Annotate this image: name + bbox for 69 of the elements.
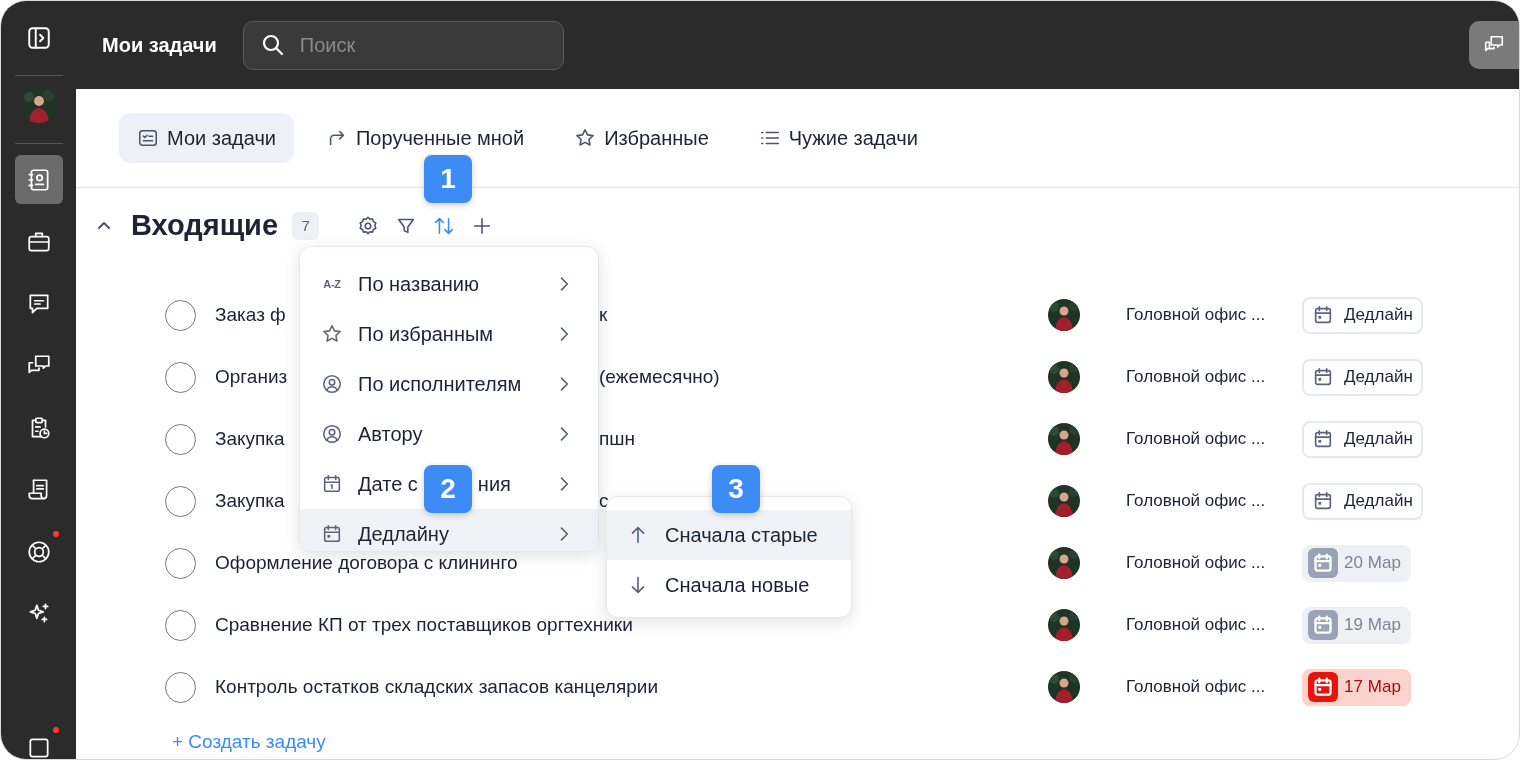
menu-item[interactable]: Автору <box>300 409 598 459</box>
deadline-chip[interactable]: Дедлайн <box>1302 420 1423 458</box>
task-checkbox[interactable] <box>165 671 196 703</box>
search-icon <box>260 32 285 57</box>
task-title[interactable]: с <box>599 486 609 516</box>
page-title: Мои задачи <box>102 33 217 58</box>
section-title: Входящие <box>131 208 279 244</box>
calendar-icon <box>1312 304 1334 326</box>
settings-button[interactable] <box>357 215 380 237</box>
sort-az-label: A-Z <box>323 276 341 292</box>
tab[interactable]: Мои задачи <box>119 113 294 163</box>
deadline-chip[interactable]: Дедлайн <box>1302 358 1423 396</box>
task-checkbox[interactable] <box>165 361 196 393</box>
task-checkbox[interactable] <box>165 299 196 331</box>
calendar-icon <box>1312 428 1334 450</box>
task-checkbox[interactable] <box>165 547 196 579</box>
organization-text: Головной офис ... <box>1126 366 1267 389</box>
calendar-icon <box>321 473 343 495</box>
organization-text: Головной офис ... <box>1126 614 1267 637</box>
sort-icon <box>433 215 456 237</box>
menu-item[interactable]: Дедлайну <box>300 509 598 551</box>
tab[interactable]: Избранные <box>556 113 727 163</box>
sort-button[interactable] <box>433 215 456 237</box>
organization-text: Головной офис ... <box>1126 304 1267 327</box>
calendar-icon <box>1312 490 1334 512</box>
tab[interactable]: Чужие задачи <box>740 113 936 163</box>
task-title[interactable]: Оформление договора с клининго <box>215 548 518 578</box>
organization-text: Головной офис ... <box>1126 552 1267 575</box>
user-circle-icon <box>321 423 343 445</box>
settings-icon <box>357 215 380 237</box>
menu-item[interactable]: Сначала старые <box>607 510 851 560</box>
task-title[interactable]: пшн <box>599 424 636 454</box>
task-title[interactable]: Контроль остатков складских запасов канцелярии <box>215 672 658 702</box>
calendar-icon <box>1312 366 1334 388</box>
calendar-icon <box>1308 610 1338 640</box>
menu-item[interactable]: A-Z По названию <box>300 259 598 309</box>
calendar-icon <box>321 523 343 545</box>
avatar-button[interactable] <box>20 87 57 123</box>
sidebar-item[interactable] <box>14 155 63 204</box>
star-icon <box>574 127 597 149</box>
deadline-chip[interactable]: 17 Мар <box>1302 668 1411 706</box>
organization-text: Головной офис ... <box>1126 490 1267 513</box>
task-checkbox[interactable] <box>165 485 196 517</box>
step-marker: 3 <box>712 465 760 513</box>
user-circle-icon <box>321 373 343 395</box>
organization-text: Головной офис ... <box>1126 676 1267 699</box>
menu-item[interactable]: Сначала новые <box>607 560 851 610</box>
task-checkbox[interactable] <box>165 423 196 455</box>
task-title[interactable]: Сравнение КП от трех поставщиков оргтехники <box>215 610 633 640</box>
step-marker: 1 <box>424 155 472 203</box>
deadline-chip[interactable]: Дедлайн <box>1302 482 1423 520</box>
contacts-icon <box>25 166 52 193</box>
chat-button[interactable] <box>1469 21 1519 69</box>
lifebuoy-icon <box>25 538 52 565</box>
count-badge: 7 <box>292 212 320 240</box>
deadline-chip[interactable]: Дедлайн <box>1302 296 1423 334</box>
checklist-icon <box>137 127 159 149</box>
task-checkbox[interactable] <box>165 609 196 641</box>
task-title[interactable]: (ежемесячно) <box>599 362 720 392</box>
menu-item[interactable]: По избранным <box>300 309 598 359</box>
task-title[interactable]: к <box>599 300 608 330</box>
menu-item[interactable]: По исполнителям <box>300 359 598 409</box>
calendar-icon <box>1308 548 1338 578</box>
sidebar-toggle-icon <box>25 25 52 51</box>
organization-text: Головной офис ... <box>1126 428 1267 451</box>
search-field[interactable]: Поиск <box>242 20 564 70</box>
star-icon <box>321 323 343 345</box>
calendar-icon <box>1308 672 1338 702</box>
step-marker: 2 <box>424 465 472 513</box>
